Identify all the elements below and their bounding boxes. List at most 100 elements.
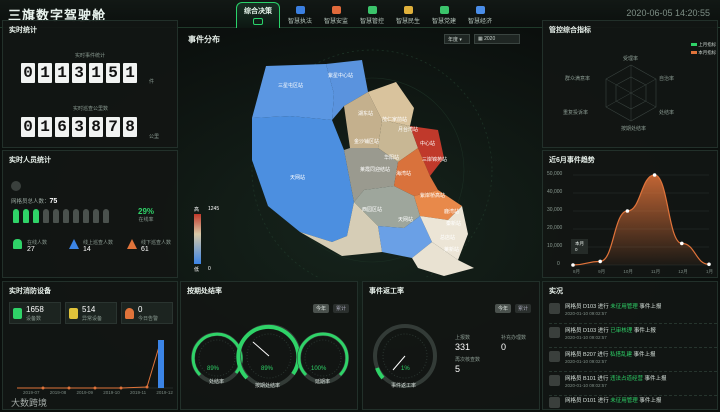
y-tick: 40,000	[547, 189, 563, 195]
tick-label: 8月	[573, 269, 581, 274]
tab-safety[interactable]: 智慧安监	[318, 6, 354, 28]
gauge-label: 按期处结率	[255, 383, 281, 389]
feed-text: 网格员 D103 进行 已审核理 事件上报	[565, 326, 656, 334]
panel-title: 实时统计	[9, 27, 37, 34]
feed-date: 2020-01-10 09:02:57	[565, 335, 607, 340]
person-icon	[73, 209, 79, 223]
tick-label: 1月	[705, 269, 713, 274]
tab-label: 智慧党建	[431, 19, 456, 25]
tab-control[interactable]: 智慧管控	[354, 6, 390, 28]
control-icon	[367, 6, 377, 14]
digit: 1	[38, 117, 52, 137]
region-label: 茂仁家前站	[382, 117, 408, 123]
feed-who: 网格员 D101	[565, 398, 597, 404]
trend-point[interactable]	[571, 263, 575, 267]
gauge-value: 89%	[207, 366, 220, 372]
digit: 3	[72, 117, 86, 137]
tick-label: 10月	[623, 269, 633, 274]
tab-label: 智慧民生	[395, 19, 420, 25]
region-label: 三星屯区站	[278, 83, 304, 89]
road-odometer: 0 1 6 3 8 7 8	[21, 117, 137, 137]
tab-decision-label: 综合决策	[244, 8, 272, 15]
region-label: 紫岸桥高站	[420, 193, 446, 199]
radar-axis-label: 按期处结率	[621, 126, 647, 132]
y-tick: 20,000	[547, 225, 563, 231]
digit: 8	[89, 117, 103, 137]
feed-item[interactable]: 网格员 B207 进行 私搭乱建 事件上报 2020-01-10 09:02:5…	[549, 346, 717, 372]
person-icon	[93, 209, 99, 223]
legend-max: 1245	[208, 206, 220, 212]
digit: 0	[21, 117, 35, 137]
trend-x-axis: 8月 9月 10月 11月 12月 1月	[573, 269, 713, 275]
fire-x-axis: 2019-07 2019-08 2019-09 2019-10 2019-11 …	[23, 390, 173, 395]
tab-decision[interactable]: 综合决策	[236, 2, 280, 28]
rework-gauge	[373, 324, 437, 388]
gauge	[191, 332, 243, 384]
dispose-gauges	[191, 324, 349, 388]
person-icon	[63, 209, 69, 223]
trend-point[interactable]	[625, 209, 630, 213]
legend-high: 高	[194, 207, 200, 213]
radar-axis-label: 自治率	[659, 76, 675, 82]
up-count-value: 14	[83, 246, 91, 253]
online-rate-label: 在线率	[138, 217, 154, 223]
down-count-value: 61	[141, 246, 149, 253]
feed-item[interactable]: 网格员 D101 进行 未征用管理 事件上报	[549, 392, 717, 410]
total-grid-staff: 网格员总人数：75	[11, 197, 57, 205]
legend-low: 低	[194, 267, 200, 273]
trend-point[interactable]	[707, 262, 711, 267]
person-icon	[83, 209, 89, 223]
trend-point[interactable]	[652, 173, 657, 177]
feed-date: 2020-01-10 09:02:57	[565, 311, 607, 316]
stat-label: 异常设备	[82, 316, 103, 322]
trend-point[interactable]	[598, 259, 602, 264]
safety-icon	[331, 6, 341, 14]
feed-what: 违法占道经营	[609, 376, 643, 382]
fire-chart	[17, 339, 173, 390]
person-icon	[53, 209, 59, 223]
tab-party[interactable]: 智慧党建	[426, 6, 462, 28]
tooltip-value: 0	[575, 247, 578, 252]
tick-label: 2019-10	[103, 390, 120, 395]
region-label: 总店站	[440, 235, 456, 241]
gauge-value: 89%	[261, 366, 274, 372]
region-label: 三岸锦苑站	[422, 157, 448, 163]
feed-text: 网格员 B101 进行 违法占道经营 事件上报	[565, 374, 667, 382]
up-count-label: 线上巡查人数	[83, 240, 114, 246]
region-label: 中心站	[420, 141, 436, 147]
tab-law[interactable]: 智慧执法	[282, 6, 318, 28]
trend-point[interactable]	[680, 241, 684, 246]
feed-tail: 事件上报	[633, 328, 656, 334]
y-tick: 30,000	[547, 207, 563, 213]
gauge	[236, 324, 301, 388]
region-label: 紫星中心站	[328, 73, 354, 79]
radar-axis-label: 受理率	[623, 56, 639, 62]
event-total-unit: 件	[149, 79, 155, 85]
stat-value: 0	[138, 305, 143, 314]
feed-tail: 事件上报	[639, 398, 662, 404]
digit: 5	[106, 63, 120, 83]
region-label: 莱新站	[444, 247, 460, 253]
feed-panel: 实况 网格员 D103 进行 未征用管理 事件上报 2020-01-10 09:…	[542, 281, 718, 410]
down-count-label: 线下巡查人数	[141, 240, 172, 246]
legend-min: 0	[208, 266, 211, 272]
person-icon	[43, 209, 49, 223]
map-region[interactable]	[252, 64, 334, 120]
feed-what: 未征用管理	[610, 304, 638, 310]
redo-label: 再次核查数	[455, 357, 481, 363]
feed-text: 网格员 B207 进行 私搭乱建 事件上报	[565, 350, 656, 358]
tick-label: 2019-11	[130, 390, 147, 395]
tick-label: 2019-08	[49, 390, 67, 395]
device-stat: 1658 设备数	[9, 302, 61, 324]
feed-what: 私搭乱建	[609, 352, 632, 358]
tab-livelihood[interactable]: 智慧民生	[390, 6, 426, 28]
tab-economy[interactable]: 智慧经济	[462, 6, 498, 28]
panel-title: 事件返工率	[369, 288, 404, 295]
tick-label: 12月	[678, 269, 688, 274]
tab-label: 智慧经济	[467, 19, 492, 25]
feed-item[interactable]: 网格员 D103 进行 未征用管理 事件上报 2020-01-10 09:02:…	[549, 298, 717, 324]
region-label: 莱霞同迎结站	[360, 167, 391, 173]
feed-item[interactable]: 网格员 D103 进行 已审核理 事件上报 2020-01-10 09:02:5…	[549, 322, 717, 348]
online-count-label: 在线人数	[27, 240, 48, 246]
stat-value: 1658	[26, 305, 44, 314]
